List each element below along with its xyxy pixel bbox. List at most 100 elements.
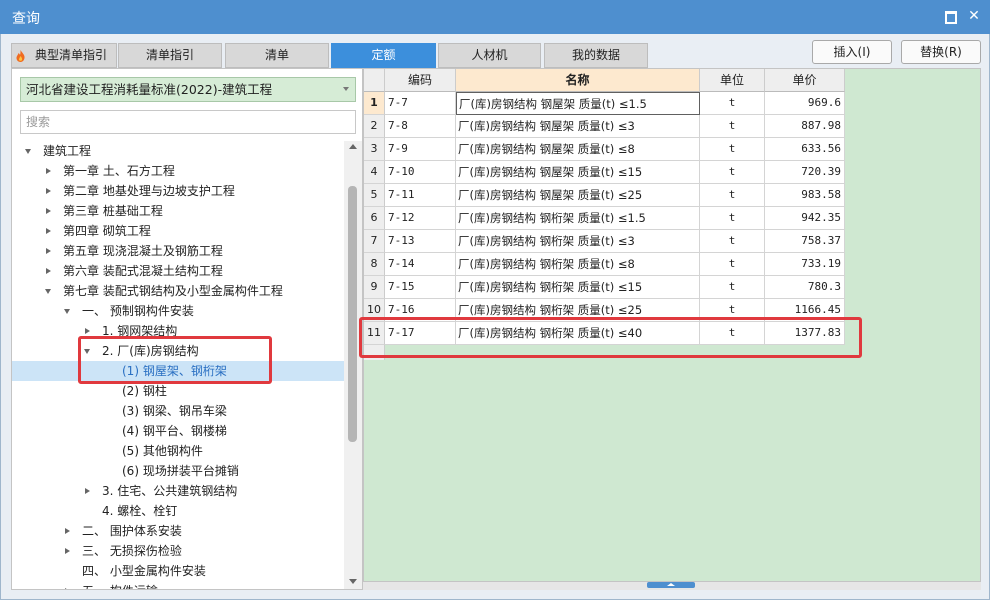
cell-unit[interactable]: t xyxy=(700,115,765,138)
cell-name[interactable]: 厂(库)房钢结构 钢屋架 质量(t) ≤1.5 xyxy=(456,92,700,115)
row-number[interactable]: 4 xyxy=(364,161,385,184)
expand-right-icon[interactable] xyxy=(85,328,90,334)
tab-quota[interactable]: 定额 xyxy=(331,43,436,68)
cell-code[interactable]: 7-11 xyxy=(385,184,456,207)
cell-name[interactable]: 厂(库)房钢结构 钢屋架 质量(t) ≤8 xyxy=(456,138,700,161)
scroll-down-icon[interactable] xyxy=(349,579,357,584)
cell-unit[interactable]: t xyxy=(700,276,765,299)
tree-node[interactable]: 第七章 装配式钢结构及小型金属构件工程 xyxy=(12,281,344,301)
expand-right-icon[interactable] xyxy=(65,528,70,534)
row-number[interactable]: 1 xyxy=(364,92,385,115)
tab-my-data[interactable]: 我的数据 xyxy=(544,43,648,68)
expand-right-icon[interactable] xyxy=(46,268,51,274)
tab-bill[interactable]: 清单 xyxy=(225,43,329,68)
expand-right-icon[interactable] xyxy=(85,488,90,494)
tab-typical-bill-guide[interactable]: 典型清单指引 xyxy=(11,43,117,68)
row-number[interactable]: 6 xyxy=(364,207,385,230)
cell-name[interactable]: 厂(库)房钢结构 钢屋架 质量(t) ≤3 xyxy=(456,115,700,138)
tree-node[interactable]: 第四章 砌筑工程 xyxy=(12,221,344,241)
cell-price[interactable]: 1377.83 xyxy=(765,322,845,345)
cell-price[interactable]: 942.35 xyxy=(765,207,845,230)
cell-price[interactable]: 720.39 xyxy=(765,161,845,184)
row-number[interactable]: 11 xyxy=(364,322,385,345)
cell-code[interactable]: 7-15 xyxy=(385,276,456,299)
panel-splitter[interactable] xyxy=(363,582,981,590)
cell-unit[interactable]: t xyxy=(700,230,765,253)
tree-node[interactable]: 建筑工程 xyxy=(12,141,344,161)
expand-right-icon[interactable] xyxy=(46,228,51,234)
column-header-unit[interactable]: 单位 xyxy=(700,69,765,92)
cell-price[interactable]: 633.56 xyxy=(765,138,845,161)
cell-code[interactable]: 7-14 xyxy=(385,253,456,276)
cell-unit[interactable]: t xyxy=(700,299,765,322)
row-number[interactable]: 3 xyxy=(364,138,385,161)
column-header-code[interactable]: 编码 xyxy=(385,69,456,92)
tree-node[interactable]: 3. 住宅、公共建筑钢结构 xyxy=(12,481,344,501)
tree-node[interactable]: (4) 钢平台、钢楼梯 xyxy=(12,421,344,441)
cell-name[interactable]: 厂(库)房钢结构 钢屋架 质量(t) ≤25 xyxy=(456,184,700,207)
tree-scrollbar[interactable] xyxy=(344,141,362,589)
cell-unit[interactable]: t xyxy=(700,322,765,345)
library-select[interactable]: 河北省建设工程消耗量标准(2022)-建筑工程 xyxy=(20,77,356,102)
cell-code[interactable]: 7-12 xyxy=(385,207,456,230)
tree-node[interactable]: 1. 钢网架结构 xyxy=(12,321,344,341)
expand-right-icon[interactable] xyxy=(46,248,51,254)
tab-labor-material-machine[interactable]: 人材机 xyxy=(438,43,541,68)
insert-button[interactable]: 插入(I) xyxy=(812,40,892,64)
cell-code[interactable]: 7-7 xyxy=(385,92,456,115)
row-number[interactable]: 2 xyxy=(364,115,385,138)
tab-bill-guide[interactable]: 清单指引 xyxy=(118,43,222,68)
maximize-icon[interactable] xyxy=(942,8,958,24)
expand-right-icon[interactable] xyxy=(65,588,70,589)
row-number[interactable]: 7 xyxy=(364,230,385,253)
cell-code[interactable]: 7-8 xyxy=(385,115,456,138)
cell-price[interactable]: 733.19 xyxy=(765,253,845,276)
tree-node[interactable]: 第六章 装配式混凝土结构工程 xyxy=(12,261,344,281)
tree-node[interactable]: (6) 现场拼装平台摊销 xyxy=(12,461,344,481)
tree-node[interactable]: 三、 无损探伤检验 xyxy=(12,541,344,561)
replace-button[interactable]: 替换(R) xyxy=(901,40,981,64)
cell-code[interactable]: 7-16 xyxy=(385,299,456,322)
cell-code[interactable]: 7-10 xyxy=(385,161,456,184)
chevron-up-icon[interactable] xyxy=(647,582,695,588)
tree-node[interactable]: 四、 小型金属构件安装 xyxy=(12,561,344,581)
cell-name[interactable]: 厂(库)房钢结构 钢屋架 质量(t) ≤15 xyxy=(456,161,700,184)
column-header-price[interactable]: 单价 xyxy=(765,69,845,92)
cell-code[interactable]: 7-9 xyxy=(385,138,456,161)
cell-code[interactable]: 7-17 xyxy=(385,322,456,345)
tree-node[interactable]: 第三章 桩基础工程 xyxy=(12,201,344,221)
column-header-name[interactable]: 名称 xyxy=(456,69,700,92)
row-number[interactable]: 8 xyxy=(364,253,385,276)
expand-down-icon[interactable] xyxy=(64,309,70,314)
tree-node[interactable]: 2. 厂(库)房钢结构 xyxy=(12,341,344,361)
tree-node[interactable]: 第一章 土、石方工程 xyxy=(12,161,344,181)
tree-node[interactable]: (3) 钢梁、钢吊车梁 xyxy=(12,401,344,421)
cell-unit[interactable]: t xyxy=(700,92,765,115)
expand-right-icon[interactable] xyxy=(46,208,51,214)
row-number[interactable]: 5 xyxy=(364,184,385,207)
expand-right-icon[interactable] xyxy=(46,168,51,174)
row-number[interactable]: 9 xyxy=(364,276,385,299)
expand-down-icon[interactable] xyxy=(45,289,51,294)
expand-down-icon[interactable] xyxy=(25,149,31,154)
cell-name[interactable]: 厂(库)房钢结构 钢桁架 质量(t) ≤8 xyxy=(456,253,700,276)
tree-node[interactable]: 4. 螺栓、栓钉 xyxy=(12,501,344,521)
expand-right-icon[interactable] xyxy=(46,188,51,194)
cell-name[interactable]: 厂(库)房钢结构 钢桁架 质量(t) ≤25 xyxy=(456,299,700,322)
row-number[interactable]: 10 xyxy=(364,299,385,322)
cell-code[interactable]: 7-13 xyxy=(385,230,456,253)
cell-unit[interactable]: t xyxy=(700,207,765,230)
tree-node[interactable]: 五、 构件运输 xyxy=(12,581,344,589)
cell-price[interactable]: 887.98 xyxy=(765,115,845,138)
close-icon[interactable]: ✕ xyxy=(966,8,982,24)
expand-right-icon[interactable] xyxy=(65,548,70,554)
cell-unit[interactable]: t xyxy=(700,138,765,161)
tree-node[interactable]: 第五章 现浇混凝土及钢筋工程 xyxy=(12,241,344,261)
cell-unit[interactable]: t xyxy=(700,253,765,276)
tree-node[interactable]: (5) 其他钢构件 xyxy=(12,441,344,461)
cell-name[interactable]: 厂(库)房钢结构 钢桁架 质量(t) ≤15 xyxy=(456,276,700,299)
cell-price[interactable]: 758.37 xyxy=(765,230,845,253)
cell-name[interactable]: 厂(库)房钢结构 钢桁架 质量(t) ≤40 xyxy=(456,322,700,345)
cell-price[interactable]: 969.6 xyxy=(765,92,845,115)
cell-unit[interactable]: t xyxy=(700,161,765,184)
